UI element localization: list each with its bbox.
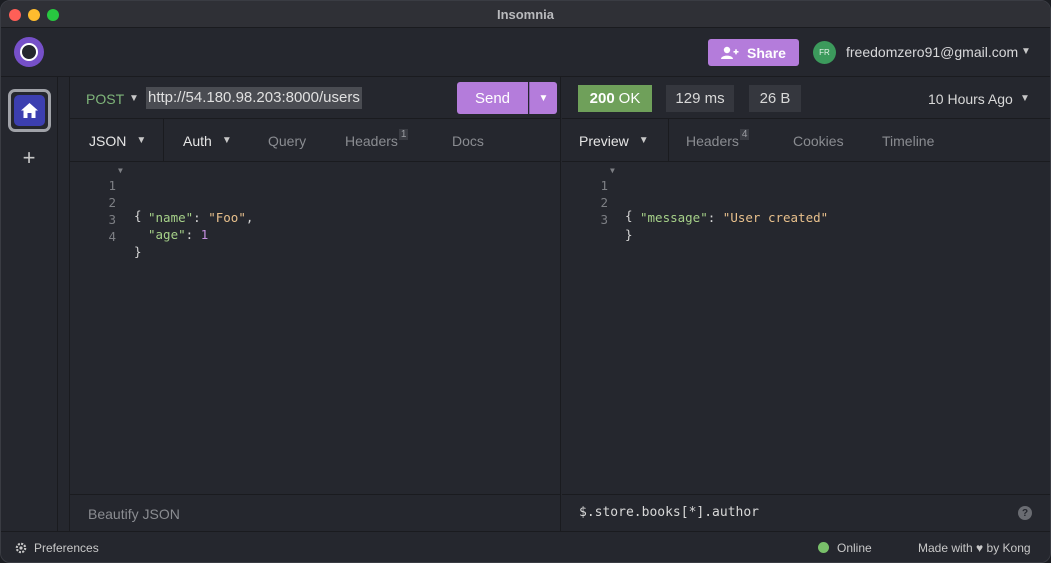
made-with-text: Made with [918, 541, 973, 555]
chevron-down-icon[interactable]: ▼ [1020, 93, 1030, 104]
sidebar-collapsed [58, 77, 70, 531]
tab-headers[interactable]: Headers 1 [345, 119, 409, 162]
code-text: } [134, 244, 142, 259]
add-icon[interactable]: + [19, 147, 39, 169]
app-window: Insomnia Share FR freedomzero91@gmail.co… [0, 0, 1051, 563]
tab-label: Headers [345, 132, 398, 149]
avatar[interactable]: FR [813, 41, 836, 64]
tab-response-headers[interactable]: Headers 4 [686, 119, 750, 162]
response-tabs: Preview ▼ Headers 4 Cookies Timeline [562, 119, 1050, 162]
fold-icon[interactable]: ▼ [610, 166, 615, 175]
top-header: Share FR freedomzero91@gmail.com ▼ [1, 28, 1050, 77]
beautify-json-button[interactable]: Beautify JSON [88, 506, 180, 522]
headers-count-badge: 4 [739, 129, 750, 140]
chevron-down-icon: ▼ [136, 135, 147, 146]
code-line: 4 } [70, 214, 141, 259]
insomnia-logo-icon[interactable] [14, 37, 44, 67]
chevron-down-icon: ▼ [221, 135, 232, 146]
preferences-label: Preferences [34, 541, 99, 555]
json-comma: , [245, 210, 254, 225]
made-with-credit[interactable]: Made with ♥ by Kong [918, 541, 1031, 555]
request-footer: Beautify JSON [70, 494, 560, 531]
headers-count-badge: 1 [398, 129, 409, 140]
by-kong-text: by Kong [986, 541, 1031, 555]
code-text: } [625, 227, 633, 242]
tab-timeline[interactable]: Timeline [882, 119, 934, 162]
tab-divider [163, 119, 164, 162]
line-number: 4 [108, 229, 116, 244]
status-bar: Preferences Online Made with ♥ by Kong [1, 531, 1050, 562]
tab-label: Preview [579, 132, 629, 149]
online-indicator [818, 542, 829, 553]
code-line: 3 "age": 1 [70, 197, 208, 242]
help-icon[interactable]: ? [1018, 506, 1032, 520]
line-number: 3 [600, 212, 608, 227]
response-pane: 200 OK 129 ms 26 B 10 Hours Ago ▼ Preview… [562, 77, 1050, 531]
tab-label: Headers [686, 132, 739, 149]
home-icon [21, 103, 38, 118]
json-key: "message" [640, 210, 708, 225]
code-line: 1 ▼ { [562, 163, 632, 223]
status-text: OK [618, 90, 641, 107]
chevron-down-icon[interactable]: ▼ [129, 93, 139, 104]
send-options-button[interactable]: ▼ [529, 82, 557, 114]
response-filter-input[interactable]: $.store.books[*].author [579, 505, 759, 520]
response-time: 129 ms [666, 85, 734, 112]
share-label: Share [747, 44, 786, 61]
request-tabs: JSON ▼ Auth ▼ Query Headers 1 Docs [70, 119, 560, 162]
code-text: { [625, 208, 633, 223]
user-email[interactable]: freedomzero91@gmail.com [846, 44, 1018, 60]
left-rail: + [1, 77, 58, 531]
response-size: 26 B [749, 85, 801, 112]
request-pane: POST ▼ http://54.180.98.203:8000/users S… [70, 77, 561, 531]
tab-auth[interactable]: Auth ▼ [183, 119, 232, 162]
tab-cookies[interactable]: Cookies [793, 119, 844, 162]
history-dropdown[interactable]: 10 Hours Ago [928, 91, 1013, 107]
url-bar: POST ▼ http://54.180.98.203:8000/users S… [70, 77, 560, 119]
chevron-down-icon[interactable]: ▼ [1021, 46, 1031, 57]
share-button[interactable]: Share [708, 39, 799, 66]
status-badge: 200 OK [578, 85, 652, 112]
title-bar: Insomnia [1, 1, 1050, 28]
tab-divider [668, 119, 669, 162]
url-input[interactable]: http://54.180.98.203:8000/users [146, 87, 362, 109]
send-button[interactable]: Send [457, 82, 528, 114]
status-code: 200 [589, 90, 615, 107]
json-value: "User created" [722, 210, 829, 225]
tab-label: Auth [183, 132, 212, 149]
tab-label: JSON [89, 132, 127, 149]
code-line: 2 "name": "Foo", [70, 180, 253, 225]
chevron-down-icon: ▼ [638, 135, 649, 146]
heart-icon: ♥ [976, 541, 984, 555]
tab-preview[interactable]: Preview ▼ [579, 119, 649, 162]
response-status-bar: 200 OK 129 ms 26 B 10 Hours Ago ▼ [562, 77, 1050, 119]
gear-icon [15, 542, 27, 554]
online-status: Online [837, 541, 872, 555]
code-line: 3 } [562, 197, 632, 242]
code-line: 1 ▼ { [70, 163, 141, 223]
json-value: "Foo" [208, 210, 246, 225]
json-key: "name" [148, 210, 194, 225]
tab-json[interactable]: JSON ▼ [89, 119, 146, 162]
json-value: 1 [200, 227, 209, 242]
window-title: Insomnia [496, 7, 555, 22]
preferences-button[interactable]: Preferences [15, 541, 99, 555]
method-select[interactable]: POST [86, 91, 124, 107]
tab-query[interactable]: Query [268, 119, 306, 162]
response-footer: $.store.books[*].author ? [562, 494, 1050, 531]
fold-icon[interactable]: ▼ [118, 166, 123, 175]
add-user-icon [721, 46, 739, 59]
tab-docs[interactable]: Docs [452, 119, 484, 162]
code-text: { [134, 208, 142, 223]
code-line: 2 "message": "User created" [562, 180, 828, 225]
json-key: "age" [148, 227, 186, 242]
home-button[interactable] [8, 89, 51, 132]
